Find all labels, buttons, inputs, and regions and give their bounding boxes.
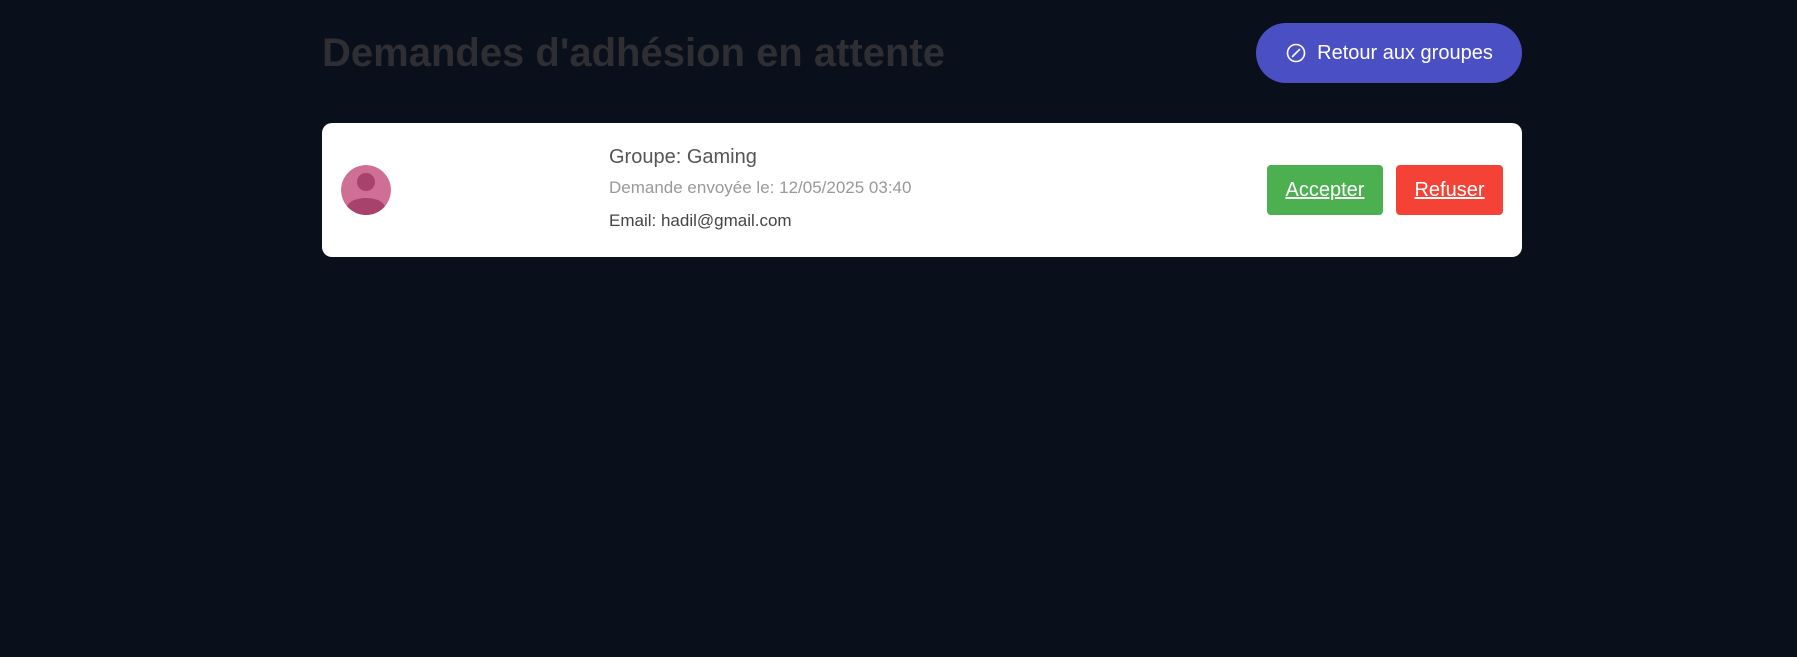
request-info: Groupe: Gaming Demande envoyée le: 12/05… <box>609 145 911 231</box>
accept-button[interactable]: Accepter <box>1267 165 1383 215</box>
request-email: Email: hadil@gmail.com <box>609 211 792 230</box>
request-date: Demande envoyée le: 12/05/2025 03:40 <box>609 178 912 197</box>
slash-circle-icon <box>1285 42 1307 64</box>
page-header: Demandes d'adhésion en attente Retour au… <box>322 0 1522 106</box>
back-to-groups-button[interactable]: Retour aux groupes <box>1256 23 1522 83</box>
back-button-label: Retour aux groupes <box>1317 41 1493 64</box>
page-container: Demandes d'adhésion en attente Retour au… <box>322 0 1522 257</box>
request-actions: Accepter Refuser <box>1267 165 1503 215</box>
page-title: Demandes d'adhésion en attente <box>322 31 945 75</box>
user-avatar-icon <box>341 165 391 215</box>
join-request-card: Groupe: Gaming Demande envoyée le: 12/05… <box>322 123 1522 257</box>
request-group: Groupe: Gaming <box>609 146 757 168</box>
refuse-button[interactable]: Refuser <box>1396 165 1503 215</box>
